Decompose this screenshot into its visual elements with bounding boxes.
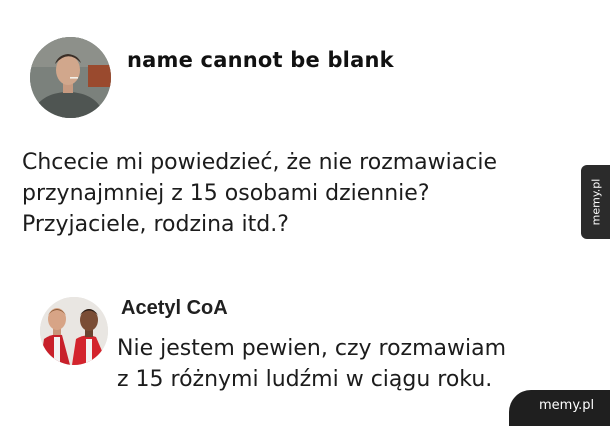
reply-text: Nie jestem pewien, czy rozmawiam z 15 ró… xyxy=(117,333,587,395)
watermark-side-tab[interactable]: memy.pl xyxy=(581,165,610,239)
watermark-side-label: memy.pl xyxy=(589,178,602,226)
post-text-line: Przyjaciele, rodzina itd.? xyxy=(22,212,289,237)
post-text-line: przynajmniej z 15 osobami dziennie? xyxy=(22,181,430,206)
user-photo-icon xyxy=(40,297,108,365)
reply-text-line: Nie jestem pewien, czy rozmawiam xyxy=(117,336,507,361)
reply-avatar[interactable] xyxy=(40,297,108,365)
watermark-corner-badge[interactable]: memy.pl xyxy=(509,390,610,426)
post-text-line: Chcecie mi powiedzieć, że nie rozmawiaci… xyxy=(22,150,497,175)
reply-author-name[interactable]: Acetyl CoA xyxy=(121,297,228,320)
author-name[interactable]: name cannot be blank xyxy=(127,48,394,72)
user-photo-icon xyxy=(30,37,111,118)
watermark-corner-label: memy.pl xyxy=(539,398,595,413)
post-text: Chcecie mi powiedzieć, że nie rozmawiaci… xyxy=(22,147,572,240)
author-avatar[interactable] xyxy=(30,37,111,118)
reply-text-line: z 15 różnymi ludźmi w ciągu roku. xyxy=(117,367,493,392)
